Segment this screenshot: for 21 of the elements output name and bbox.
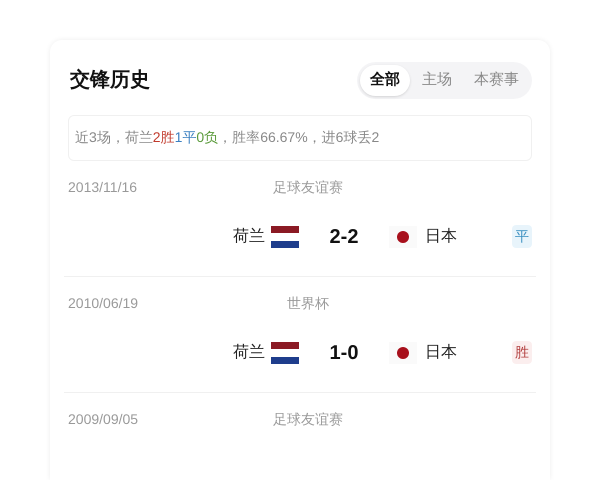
match-score: 2-2 <box>328 224 360 250</box>
team-name: 日本 <box>425 342 457 362</box>
tab[interactable]: 全部 <box>360 65 410 96</box>
team-name: 荷兰 <box>233 342 266 362</box>
section-title: 交锋历史 <box>69 68 150 94</box>
match-score: 1-0 <box>328 340 360 366</box>
flag-icon <box>271 226 299 248</box>
competition-name: 足球友谊赛 <box>272 410 344 428</box>
match-date: 2009/09/05 <box>68 410 140 428</box>
competition-name: 足球友谊赛 <box>272 178 344 196</box>
match-date: 2013/11/16 <box>68 178 138 196</box>
competition-name: 世界杯 <box>286 294 330 312</box>
match-date: 2010/06/19 <box>68 294 140 312</box>
tab[interactable]: 主场 <box>412 65 462 96</box>
team-name: 日本 <box>425 226 457 246</box>
result-badge: 平 <box>512 225 532 248</box>
team-name: 荷兰 <box>233 226 266 246</box>
tab[interactable]: 本赛事 <box>464 65 529 96</box>
result-badge: 胜 <box>512 341 532 364</box>
summary-text: 近3场，荷兰2胜1平0负，胜率66.67%，进6球丢2 <box>75 128 380 144</box>
flag-icon <box>271 342 299 364</box>
